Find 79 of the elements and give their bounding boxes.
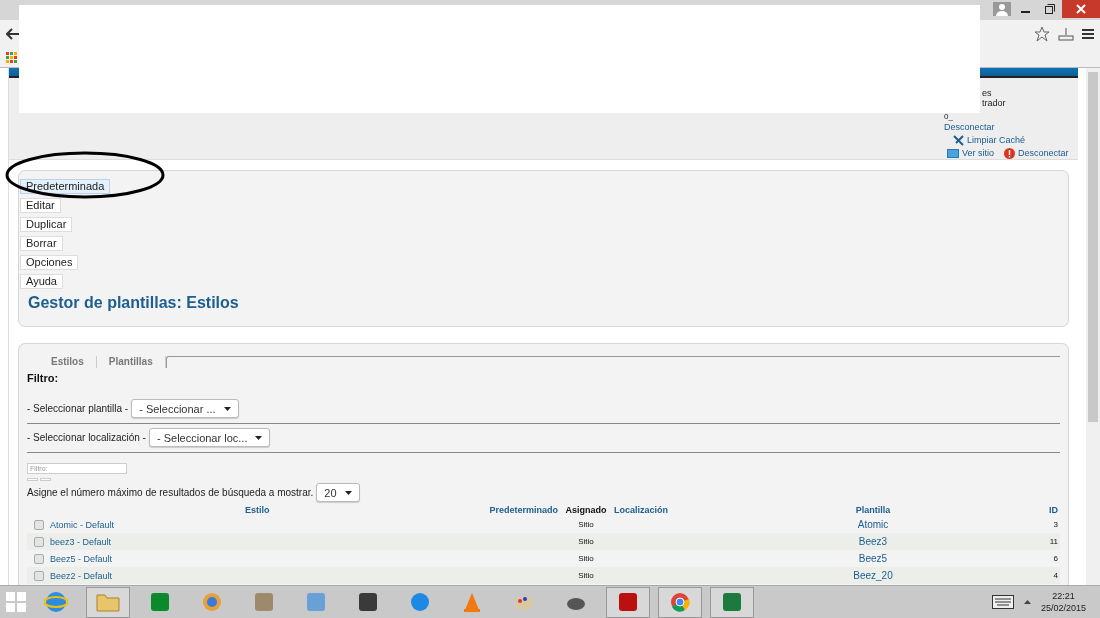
template-link[interactable]: Atomic	[857, 518, 889, 530]
template-link[interactable]: Beez5	[858, 552, 888, 564]
toolbar-button[interactable]: Editar	[20, 198, 61, 213]
column-header: Asignado	[564, 504, 608, 516]
filter-heading: Filtro:	[27, 372, 60, 385]
e-circle-icon[interactable]	[44, 590, 68, 614]
apps-grid-icon[interactable]	[6, 51, 17, 63]
row-checkbox[interactable]	[34, 520, 44, 531]
header-link[interactable]: Ver sitio	[947, 147, 994, 160]
assigned-text: Sitio	[578, 519, 594, 529]
caret-icon	[255, 435, 263, 440]
folder-icon	[96, 592, 120, 612]
assigned-text: Sitio	[578, 553, 594, 563]
row-checkbox[interactable]	[34, 554, 44, 565]
clock-date: 25/02/2015	[1040, 602, 1086, 614]
template-link[interactable]: Beez_20	[853, 569, 893, 581]
close-icon[interactable]	[1076, 4, 1086, 14]
column-header[interactable]: Predeterminado	[487, 504, 560, 516]
style-link[interactable]: beez3 - Default	[50, 536, 112, 547]
toolbar-button[interactable]: Borrar	[20, 236, 63, 251]
table-row[interactable]: Beez2 - Default Sitio Beez_20 4	[27, 567, 1060, 584]
small-button[interactable]	[40, 478, 51, 481]
assigned-text: Sitio	[578, 536, 594, 546]
page-title: Gestor de plantillas: Estilos	[28, 293, 240, 312]
limit-dropdown[interactable]: 20	[316, 483, 360, 502]
back-arrow-icon[interactable]	[6, 27, 20, 40]
row-checkbox[interactable]	[34, 537, 44, 548]
tab[interactable]: Estilos	[39, 356, 97, 368]
scrollbar[interactable]	[1086, 68, 1100, 585]
table-row[interactable]: Beez5 - Default Sitio Beez5 6	[27, 550, 1060, 567]
toolbar-button[interactable]: Opciones	[20, 255, 79, 270]
row-checkbox[interactable]	[34, 571, 44, 582]
style-link[interactable]: Atomic - Default	[50, 519, 115, 530]
user-text: 0_	[944, 113, 954, 121]
filter-label: - Seleccionar plantilla -	[27, 403, 129, 414]
header-link[interactable]: Desconectar	[1004, 147, 1069, 160]
header-link[interactable]: Desconectar	[944, 121, 1070, 134]
toolbar-button[interactable]: Ayuda	[20, 274, 63, 289]
column-header[interactable]: Localización	[612, 504, 714, 516]
caret-icon	[223, 406, 231, 411]
caret-icon	[344, 490, 352, 495]
browser-circle-icon	[669, 591, 691, 613]
column-header[interactable]: Plantilla	[714, 504, 1032, 516]
toolbar-button[interactable]: Duplicar	[20, 217, 73, 232]
traffic-cone-icon	[461, 591, 483, 613]
template-link[interactable]: Beez3	[858, 535, 888, 547]
toolbar-button[interactable]: Predeterminada	[20, 179, 111, 194]
header-link[interactable]: Limpiar Caché	[944, 134, 1070, 147]
id-text: 6	[1053, 553, 1058, 563]
clock-time: 22:21	[1052, 590, 1075, 602]
windows-logo-icon[interactable]	[6, 592, 26, 612]
alert-circle-icon	[1004, 148, 1015, 159]
style-link[interactable]: Beez2 - Default	[50, 570, 113, 581]
tab[interactable]: Plantillas	[96, 356, 166, 368]
small-button[interactable]	[27, 478, 38, 481]
menu-icon[interactable]	[1082, 27, 1094, 40]
user-icon[interactable]	[993, 2, 1011, 16]
star-icon[interactable]	[1034, 25, 1050, 42]
table-row[interactable]: beez3 - Default Sitio Beez3 11	[27, 533, 1060, 550]
style-link[interactable]: Beez5 - Default	[50, 553, 113, 564]
restore-icon[interactable]	[1045, 4, 1055, 14]
limit-label: Asigne el número máximo de resultados de búsqueda a mostrar.	[27, 487, 314, 498]
keyboard-icon[interactable]	[991, 595, 1014, 609]
select-dropdown[interactable]: - Seleccionar ...	[131, 399, 239, 418]
user-text: es	[981, 88, 993, 98]
select-dropdown[interactable]: - Seleccionar loc...	[148, 428, 271, 447]
download-tray-icon[interactable]	[1058, 26, 1074, 41]
id-text: 4	[1053, 570, 1058, 580]
assigned-text: Sitio	[578, 570, 594, 580]
column-header[interactable]: ID	[1032, 504, 1060, 516]
id-text: 11	[1049, 536, 1058, 546]
id-text: 3	[1053, 519, 1058, 529]
chevron-up-icon[interactable]	[1023, 600, 1031, 604]
monitor-icon	[947, 149, 959, 158]
globe-icon	[201, 591, 223, 613]
user-text: trador	[981, 98, 1007, 108]
filter-label: - Seleccionar localización -	[27, 432, 146, 443]
square-app-icon	[617, 591, 639, 613]
column-header[interactable]: Estilo	[27, 504, 488, 516]
